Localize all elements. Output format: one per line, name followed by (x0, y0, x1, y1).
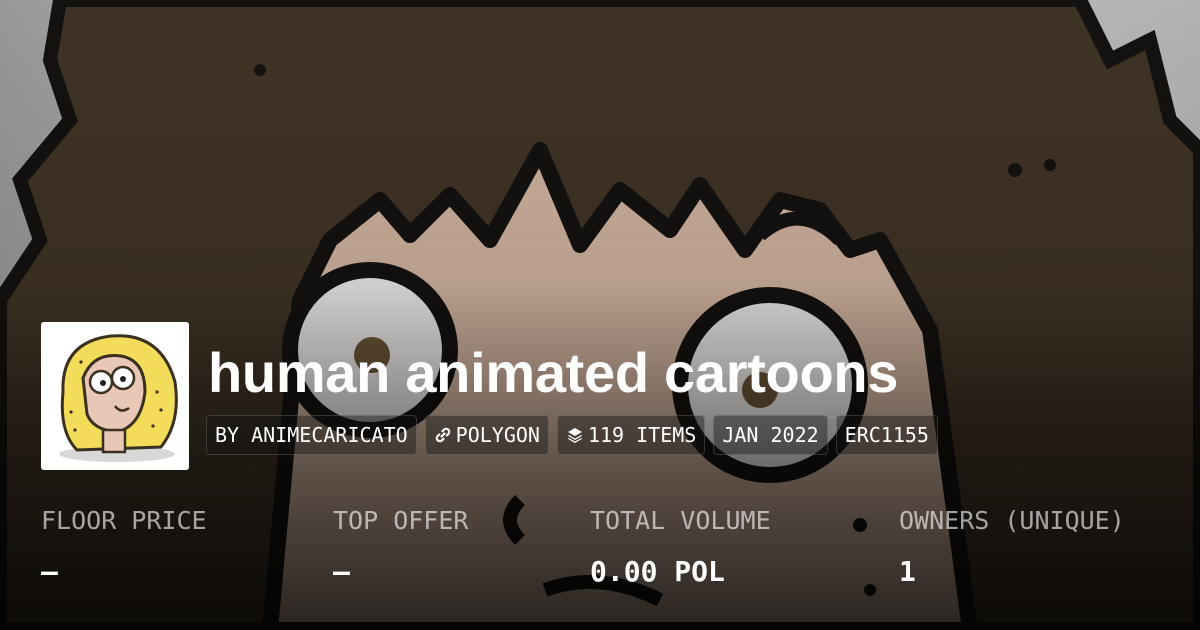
token-standard-label: ERC1155 (844, 423, 929, 447)
stat-label: FLOOR PRICE (41, 506, 207, 535)
chain-tag-label: POLYGON (455, 423, 540, 447)
stat-value: – (333, 555, 350, 588)
stat-value: 1 (899, 555, 916, 588)
chain-tag[interactable]: POLYGON (424, 415, 549, 455)
items-count-label: 119 ITEMS (587, 423, 697, 447)
stat-value: – (41, 555, 58, 588)
stat-top-offer: TOP OFFER – (333, 503, 468, 590)
token-standard-tag: ERC1155 (835, 415, 938, 455)
stat-label: TOTAL VOLUME (590, 506, 771, 535)
collection-title: human animated cartoons (208, 341, 899, 404)
stat-total-volume: TOTAL VOLUME 0.00 POL (590, 503, 771, 590)
stat-label: OWNERS (UNIQUE) (899, 506, 1125, 535)
collection-avatar (41, 322, 189, 470)
stat-label: TOP OFFER (333, 506, 469, 535)
stat-floor-price: FLOOR PRICE – (41, 503, 207, 590)
created-date-tag: JAN 2022 (713, 415, 828, 455)
creator-tag[interactable]: BY ANIMECARICATO (206, 415, 417, 455)
items-count-tag[interactable]: 119 ITEMS (556, 415, 706, 455)
stat-owners: OWNERS (UNIQUE) 1 (899, 503, 1125, 590)
link-icon (434, 426, 452, 444)
stat-value: 0.00 POL (590, 555, 725, 588)
layers-icon (566, 426, 584, 444)
created-date-label: JAN 2022 (722, 423, 819, 447)
collection-tags: BY ANIMECARICATO POLYGON 119 ITEMS JAN 2… (206, 415, 938, 455)
creator-tag-label: BY ANIMECARICATO (215, 423, 408, 447)
